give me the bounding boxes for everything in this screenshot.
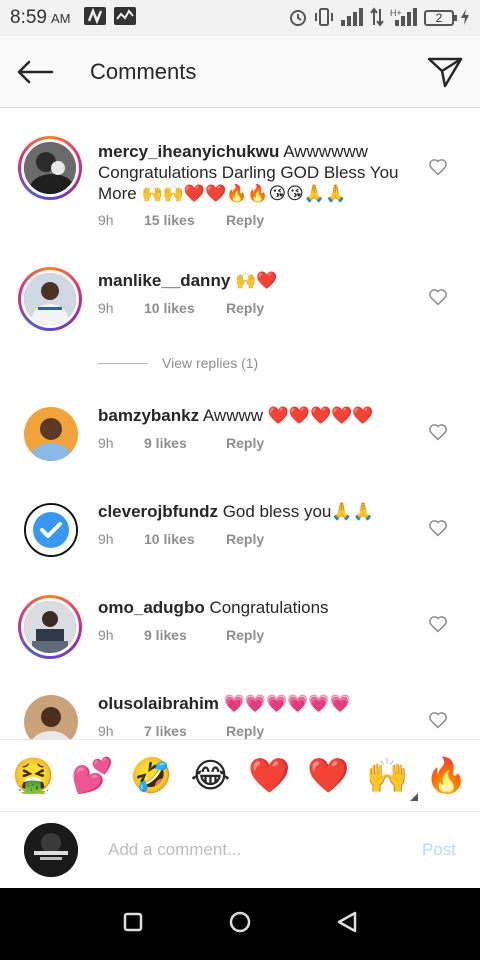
comment-likes[interactable]: 10 likes: [144, 531, 226, 547]
signal-h-icon: H+: [390, 7, 418, 30]
page-title: Comments: [90, 58, 197, 84]
comment-text: God bless you🙏🙏: [222, 502, 374, 521]
comment-time: 9h: [98, 627, 114, 643]
emoji-raised-hands-button[interactable]: 🙌: [365, 756, 411, 796]
comments-header: Comments: [0, 36, 480, 108]
comment-input[interactable]: [108, 840, 398, 860]
svg-text:H+: H+: [390, 8, 402, 18]
view-replies-label: View replies (1): [162, 355, 259, 371]
view-replies-button[interactable]: View replies (1): [98, 355, 258, 371]
back-arrow-icon: [17, 60, 54, 83]
emoji-joy-button[interactable]: 😂: [188, 756, 234, 796]
comment-likes[interactable]: 7 likes: [144, 723, 226, 739]
share-direct-button[interactable]: [410, 36, 480, 108]
like-heart-icon[interactable]: [428, 710, 448, 730]
home-button[interactable]: [228, 910, 252, 939]
avatar[interactable]: [18, 267, 82, 331]
status-time: 8:59: [10, 7, 47, 28]
reply-button[interactable]: Reply: [226, 723, 264, 739]
circle-icon: [229, 911, 251, 932]
comment-username[interactable]: bamzybankz: [98, 406, 199, 425]
charging-icon: [460, 8, 470, 28]
divider: [98, 362, 148, 364]
like-heart-icon[interactable]: [428, 614, 448, 634]
reply-button[interactable]: Reply: [226, 300, 264, 316]
comment-username[interactable]: olusolaibrahim: [98, 694, 219, 713]
avatar[interactable]: [24, 503, 78, 557]
comment-text: 💗💗💗💗💗💗: [223, 694, 351, 713]
comment-time: 9h: [98, 723, 114, 739]
comment-time: 9h: [98, 212, 114, 228]
comment-username[interactable]: cleverojbfundz: [98, 502, 218, 521]
emoji-rofl-button[interactable]: 🤣: [129, 756, 175, 796]
emoji-heart-button[interactable]: ❤️: [306, 756, 352, 796]
reply-button[interactable]: Reply: [226, 212, 264, 228]
alarm-icon: [288, 7, 308, 30]
comment-username[interactable]: mercy_iheanyichukwu: [98, 142, 279, 161]
vibrate-icon: [314, 7, 334, 30]
my-avatar: [24, 823, 78, 877]
emoji-heart-button[interactable]: ❤️: [247, 756, 293, 796]
like-heart-icon[interactable]: [428, 287, 448, 307]
comment-username[interactable]: manlike__danny: [98, 271, 230, 290]
system-back-button[interactable]: [336, 910, 358, 939]
emoji-quick-bar: 🤮 💕 🤣 😂 ❤️ ❤️ 🙌 🔥: [0, 739, 480, 811]
reply-button[interactable]: Reply: [226, 531, 264, 547]
avatar[interactable]: [18, 136, 82, 200]
post-button[interactable]: Post: [422, 840, 456, 860]
activity-notification-icon: [114, 6, 137, 30]
comment-username[interactable]: omo_adugbo: [98, 598, 205, 617]
avatar[interactable]: [24, 407, 78, 461]
comment-time: 9h: [98, 300, 114, 316]
comment-text: Congratulations: [209, 598, 329, 617]
square-icon: [123, 912, 143, 931]
comment-likes[interactable]: 9 likes: [144, 435, 226, 451]
skin-tone-indicator-icon: [410, 793, 418, 801]
like-heart-icon[interactable]: [428, 422, 448, 442]
comment-time: 9h: [98, 435, 114, 451]
status-ampm: AM: [50, 10, 71, 26]
recents-button[interactable]: [122, 911, 144, 938]
like-heart-icon[interactable]: [428, 157, 448, 177]
emoji-vomiting-button[interactable]: 🤮: [11, 756, 57, 796]
comment-likes[interactable]: 10 likes: [144, 300, 226, 316]
app-notification-icon: [84, 6, 107, 30]
signal-icon: [340, 7, 364, 30]
like-heart-icon[interactable]: [428, 518, 448, 538]
comment-likes[interactable]: 9 likes: [144, 627, 226, 643]
comment-time: 9h: [98, 531, 114, 547]
triangle-back-icon: [337, 911, 357, 932]
add-comment-bar: Post: [0, 811, 480, 888]
emoji-fire-button[interactable]: 🔥: [424, 756, 470, 796]
comment-text: 🙌❤️: [235, 271, 278, 290]
comments-list[interactable]: mercy_iheanyichukwu Awwwwww Congratulati…: [0, 109, 480, 739]
comment-text: Awwww ❤️❤️❤️❤️❤️: [202, 406, 374, 425]
back-button[interactable]: [0, 36, 70, 108]
reply-button[interactable]: Reply: [226, 435, 264, 451]
verified-check-icon: [26, 505, 76, 555]
paper-plane-icon: [427, 57, 463, 87]
avatar[interactable]: [18, 595, 82, 659]
avatar[interactable]: [24, 695, 78, 739]
comment-likes[interactable]: 15 likes: [144, 212, 226, 228]
emoji-two-hearts-button[interactable]: 💕: [70, 756, 116, 796]
data-arrows-icon: [370, 6, 384, 30]
system-nav-bar: [0, 888, 480, 960]
battery-indicator: 2: [424, 10, 457, 26]
reply-button[interactable]: Reply: [226, 627, 264, 643]
status-bar: 8:59 AM H+ 2: [0, 0, 480, 36]
